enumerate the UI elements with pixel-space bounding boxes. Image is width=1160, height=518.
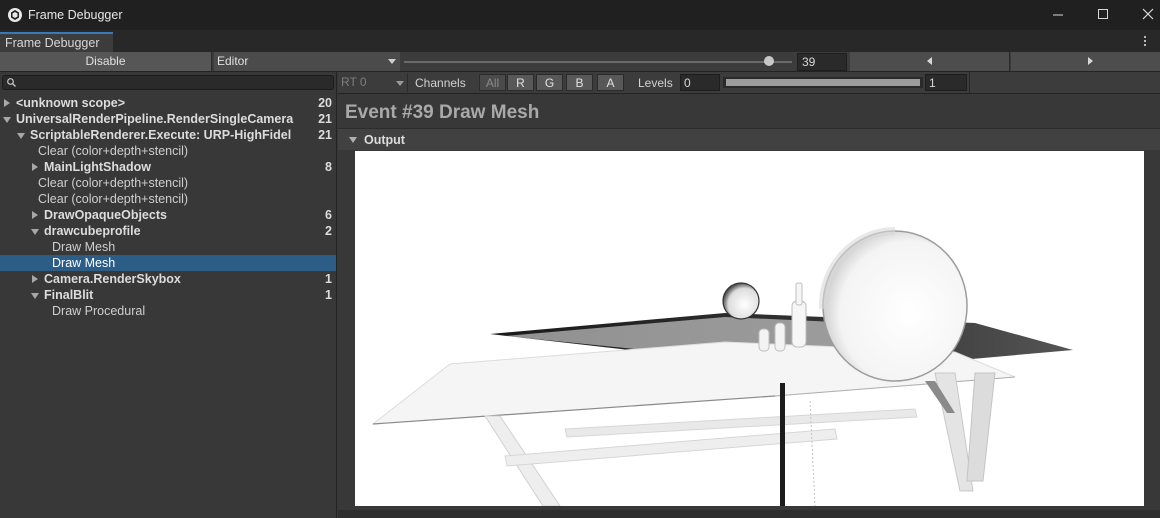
minimize-button[interactable] bbox=[1043, 4, 1073, 26]
title-bar: Frame Debugger bbox=[0, 0, 1160, 30]
minimize-icon bbox=[1053, 14, 1063, 16]
search-input[interactable] bbox=[2, 75, 334, 90]
kebab-menu-icon[interactable] bbox=[1140, 34, 1150, 48]
tree-row-label: Camera.RenderSkybox bbox=[44, 272, 181, 286]
event-details-panel: RT 0 Channels All R G B A Levels 0 1 Eve… bbox=[338, 72, 1160, 518]
tree-row-label: MainLightShadow bbox=[44, 160, 151, 174]
levels-min-field[interactable]: 0 bbox=[680, 74, 720, 91]
tree-row-label: UniversalRenderPipeline.RenderSingleCame… bbox=[16, 112, 294, 126]
tree-row[interactable]: Camera.RenderSkybox 1 bbox=[0, 271, 336, 287]
tree-row[interactable]: Clear (color+depth+stencil) bbox=[0, 143, 336, 159]
previous-event-button[interactable] bbox=[850, 52, 1010, 71]
tree-row[interactable]: ScriptableRenderer.Execute: URP-HighFide… bbox=[0, 127, 336, 143]
tree-row[interactable]: DrawOpaqueObjects 6 bbox=[0, 207, 336, 223]
render-target-dropdown[interactable]: RT 0 bbox=[338, 73, 408, 92]
arrow-right-icon bbox=[1088, 57, 1093, 65]
maximize-button[interactable] bbox=[1088, 4, 1118, 26]
foldout-collapsed-icon[interactable] bbox=[32, 275, 38, 283]
tree-row-count: 8 bbox=[325, 160, 332, 174]
levels-range-fill bbox=[726, 79, 920, 86]
tree-row-label: <unknown scope> bbox=[16, 96, 126, 110]
tree-row-count: 21 bbox=[318, 112, 332, 126]
disable-button[interactable]: Disable bbox=[0, 52, 212, 71]
foldout-expanded-icon[interactable] bbox=[3, 117, 11, 123]
tree-row-label: FinalBlit bbox=[44, 288, 94, 302]
levels-label: Levels bbox=[638, 76, 673, 90]
toolbar: Disable Editor 39 bbox=[0, 52, 1160, 72]
search-icon bbox=[7, 78, 16, 87]
arrow-left-icon bbox=[927, 57, 932, 65]
channel-all-button[interactable]: All bbox=[479, 74, 506, 91]
levels-max-field[interactable]: 1 bbox=[925, 74, 967, 91]
tree-row-label: drawcubeprofile bbox=[44, 224, 141, 238]
tree-row-count: 20 bbox=[318, 96, 332, 110]
slider-thumb[interactable] bbox=[763, 56, 774, 66]
tree-row-selected[interactable]: Draw Mesh bbox=[0, 255, 336, 271]
tab-frame-debugger[interactable]: Frame Debugger bbox=[0, 32, 113, 52]
window-title: Frame Debugger bbox=[28, 8, 123, 22]
scene-render-image bbox=[355, 151, 1144, 506]
channel-a-button[interactable]: A bbox=[597, 74, 624, 91]
render-target-label: RT 0 bbox=[341, 75, 367, 89]
event-tree: <unknown scope> 20 UniversalRenderPipeline… bbox=[0, 95, 336, 319]
slider-track bbox=[404, 61, 792, 63]
tree-row-count: 2 bbox=[325, 224, 332, 238]
foldout-expanded-icon[interactable] bbox=[17, 133, 25, 139]
event-slider[interactable] bbox=[402, 52, 796, 71]
chevron-down-icon bbox=[396, 81, 404, 86]
event-title: Event #39 Draw Mesh bbox=[345, 102, 540, 123]
scroll-area-bottom[interactable] bbox=[338, 510, 1160, 518]
tree-row-label: Clear (color+depth+stencil) bbox=[38, 176, 189, 190]
chevron-down-icon bbox=[388, 59, 396, 64]
tree-row-label: DrawOpaqueObjects bbox=[44, 208, 167, 222]
target-dropdown-label: Editor bbox=[217, 54, 249, 68]
tree-row-count: 21 bbox=[318, 128, 332, 142]
event-index-field[interactable]: 39 bbox=[797, 53, 847, 71]
tree-row[interactable]: Draw Procedural bbox=[0, 303, 336, 319]
output-label: Output bbox=[364, 133, 405, 147]
divider bbox=[969, 72, 970, 93]
tree-row-count: 6 bbox=[325, 208, 332, 222]
tree-row-count: 1 bbox=[325, 288, 332, 302]
tree-row-label: Draw Mesh bbox=[52, 256, 116, 270]
tree-row-label: Draw Procedural bbox=[52, 304, 146, 318]
foldout-collapsed-icon[interactable] bbox=[4, 99, 10, 107]
render-target-preview bbox=[355, 151, 1144, 506]
close-button[interactable] bbox=[1133, 4, 1160, 26]
output-section-header[interactable]: Output bbox=[338, 128, 1160, 150]
tree-row-count: 1 bbox=[325, 272, 332, 286]
tree-row[interactable]: Clear (color+depth+stencil) bbox=[0, 175, 336, 191]
tree-row-label: Clear (color+depth+stencil) bbox=[38, 192, 189, 206]
tab-strip: Frame Debugger bbox=[0, 30, 1160, 52]
foldout-expanded-icon bbox=[349, 137, 357, 143]
next-event-button[interactable] bbox=[1011, 52, 1160, 71]
channels-label: Channels bbox=[415, 76, 466, 90]
tree-row[interactable]: UniversalRenderPipeline.RenderSingleCame… bbox=[0, 111, 336, 127]
tree-row[interactable]: MainLightShadow 8 bbox=[0, 159, 336, 175]
tree-row-label: Clear (color+depth+stencil) bbox=[38, 144, 189, 158]
channel-b-button[interactable]: B bbox=[566, 74, 593, 91]
close-icon bbox=[1142, 8, 1154, 20]
tree-row[interactable]: Draw Mesh bbox=[0, 239, 336, 255]
target-dropdown[interactable]: Editor bbox=[214, 52, 400, 71]
tree-row[interactable]: Clear (color+depth+stencil) bbox=[0, 191, 336, 207]
tree-row-label: ScriptableRenderer.Execute: URP-HighFide… bbox=[30, 128, 292, 142]
tree-row[interactable]: <unknown scope> 20 bbox=[0, 95, 336, 111]
levels-range-slider[interactable] bbox=[723, 77, 923, 88]
tree-row[interactable]: FinalBlit 1 bbox=[0, 287, 336, 303]
render-target-toolbar: RT 0 Channels All R G B A Levels 0 1 bbox=[338, 72, 1160, 94]
maximize-icon bbox=[1098, 9, 1108, 19]
tree-row[interactable]: drawcubeprofile 2 bbox=[0, 223, 336, 239]
tree-row-label: Draw Mesh bbox=[52, 240, 116, 254]
foldout-expanded-icon[interactable] bbox=[31, 293, 39, 299]
channel-g-button[interactable]: G bbox=[536, 74, 563, 91]
event-hierarchy-panel: <unknown scope> 20 UniversalRenderPipeline… bbox=[0, 72, 337, 518]
foldout-collapsed-icon[interactable] bbox=[32, 163, 38, 171]
channel-r-button[interactable]: R bbox=[507, 74, 534, 91]
foldout-expanded-icon[interactable] bbox=[31, 229, 39, 235]
unity-logo-icon bbox=[8, 8, 22, 22]
foldout-collapsed-icon[interactable] bbox=[32, 211, 38, 219]
